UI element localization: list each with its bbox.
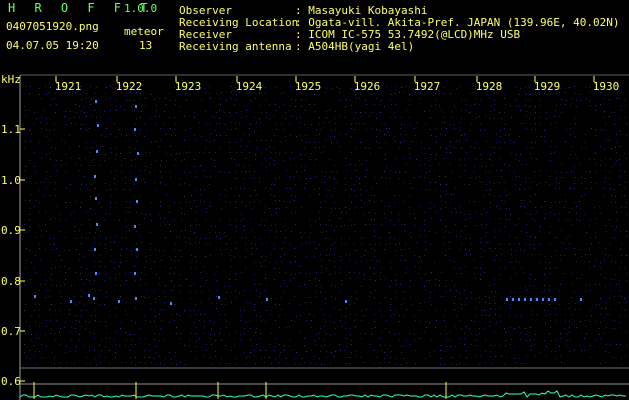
time-tick-label: 1927 bbox=[414, 80, 441, 93]
time-tick-label: 1930 bbox=[593, 80, 620, 93]
time-tick-label: 1923 bbox=[175, 80, 202, 93]
time-tick-label: 1929 bbox=[534, 80, 561, 93]
meteor-echo bbox=[134, 225, 136, 228]
meteor-echo bbox=[70, 300, 72, 303]
freq-tick-label: 1.0 bbox=[1, 174, 21, 187]
meteor-echo bbox=[530, 298, 532, 301]
freq-unit-label: kHz bbox=[1, 73, 21, 86]
noise-floor bbox=[24, 86, 627, 365]
meteor-echo bbox=[136, 200, 138, 203]
meteor-echo bbox=[512, 298, 514, 301]
meteor-echo bbox=[536, 298, 538, 301]
time-tick-label: 1926 bbox=[354, 80, 381, 93]
meteor-echo bbox=[506, 298, 508, 301]
time-tick-label: 1924 bbox=[236, 80, 263, 93]
freq-tick-label: 0.9 bbox=[1, 224, 21, 237]
meteor-echo bbox=[518, 298, 520, 301]
meteor-count: 13 bbox=[139, 39, 153, 52]
meteor-echo bbox=[95, 272, 97, 275]
signal-level-trace bbox=[19, 390, 626, 398]
file-name: 0407051920.png bbox=[6, 20, 99, 33]
meteor-echo bbox=[542, 298, 544, 301]
meteor-echo bbox=[95, 100, 97, 103]
meteor-echo bbox=[137, 152, 139, 155]
meteor-echo bbox=[95, 197, 97, 200]
meteor-echo bbox=[93, 297, 95, 300]
meteor-echo bbox=[524, 298, 526, 301]
freq-tick-label: 0.8 bbox=[1, 275, 21, 288]
meteor-echo bbox=[118, 300, 120, 303]
meteor-echo bbox=[96, 150, 98, 153]
meteor-echo bbox=[266, 298, 268, 301]
freq-tick-label: 0.7 bbox=[1, 325, 21, 338]
time-tick-label: 1921 bbox=[55, 80, 82, 93]
time-tick-label: 1922 bbox=[116, 80, 143, 93]
meteor-echo bbox=[136, 248, 138, 251]
meteor-echo bbox=[135, 297, 137, 300]
meteor-echo bbox=[548, 298, 550, 301]
meteor-echo bbox=[96, 223, 98, 226]
meteor-echo bbox=[134, 272, 136, 275]
meteor-echo bbox=[554, 298, 556, 301]
freq-tick-label: 0.6 bbox=[1, 375, 21, 388]
antenna-label: Receiving antenna bbox=[179, 40, 292, 53]
meteor-echo bbox=[94, 175, 96, 178]
datetime: 04.07.05 19:20 bbox=[6, 39, 99, 52]
antenna-value: : A504HB(yagi 4el) bbox=[295, 40, 415, 53]
meteor-echo bbox=[88, 294, 90, 297]
meteor-echo bbox=[218, 296, 220, 299]
meteor-label: meteor bbox=[124, 25, 164, 38]
meteor-echo bbox=[134, 128, 136, 131]
meteor-echo bbox=[170, 302, 172, 305]
meteor-echo bbox=[580, 298, 582, 301]
freq-tick-label: 1.1 bbox=[1, 123, 21, 136]
spectrogram-display: 1921 1922 1923 1924 1925 1926 1927 1928 1929 1930… bbox=[1, 74, 629, 400]
meteor-echo bbox=[97, 124, 99, 127]
meteor-echo bbox=[94, 248, 96, 251]
meteor-echo bbox=[345, 300, 347, 303]
meteor-echo bbox=[34, 295, 36, 298]
time-tick-label: 1925 bbox=[295, 80, 322, 93]
meteor-echo bbox=[135, 178, 137, 181]
app-version: 1.0.0 bbox=[124, 2, 158, 15]
time-tick-label: 1928 bbox=[476, 80, 503, 93]
meteor-echo bbox=[135, 105, 137, 108]
